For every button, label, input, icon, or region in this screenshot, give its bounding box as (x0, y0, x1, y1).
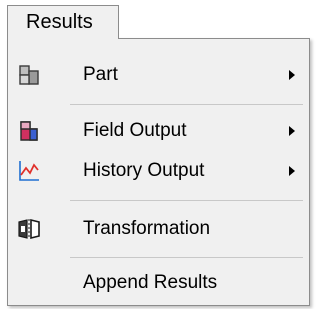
menubar-results-tab[interactable]: Results (7, 5, 119, 39)
submenu-arrow-icon (289, 70, 295, 80)
submenu-arrow-icon (289, 166, 295, 176)
menu-item-append-results[interactable]: Append Results (8, 261, 309, 305)
menu-item-transformation-label: Transformation (83, 218, 211, 239)
submenu-arrow-icon (289, 126, 295, 136)
menu-item-part[interactable]: Part (8, 53, 309, 97)
transformation-icon (16, 216, 42, 242)
results-tab-label: Results (26, 11, 93, 33)
history-output-icon (16, 158, 42, 184)
menu-item-field-output[interactable]: Field Output (8, 109, 309, 153)
menu-separator (70, 257, 303, 258)
menu-separator (70, 200, 303, 201)
results-menu-screen: Results Part Field Output History Output… (0, 0, 318, 309)
menu-item-append-results-label: Append Results (83, 272, 218, 293)
part-icon (16, 62, 42, 88)
menu-item-transformation[interactable]: Transformation (8, 207, 309, 251)
menu-separator (70, 104, 303, 105)
menu-item-history-output[interactable]: History Output (8, 149, 309, 193)
menu-item-field-output-label: Field Output (83, 120, 187, 141)
field-output-icon (16, 118, 42, 144)
menu-item-history-output-label: History Output (83, 160, 205, 181)
results-dropdown-menu: Part Field Output History Output Transfo… (7, 38, 310, 306)
menu-item-part-label: Part (83, 64, 118, 85)
